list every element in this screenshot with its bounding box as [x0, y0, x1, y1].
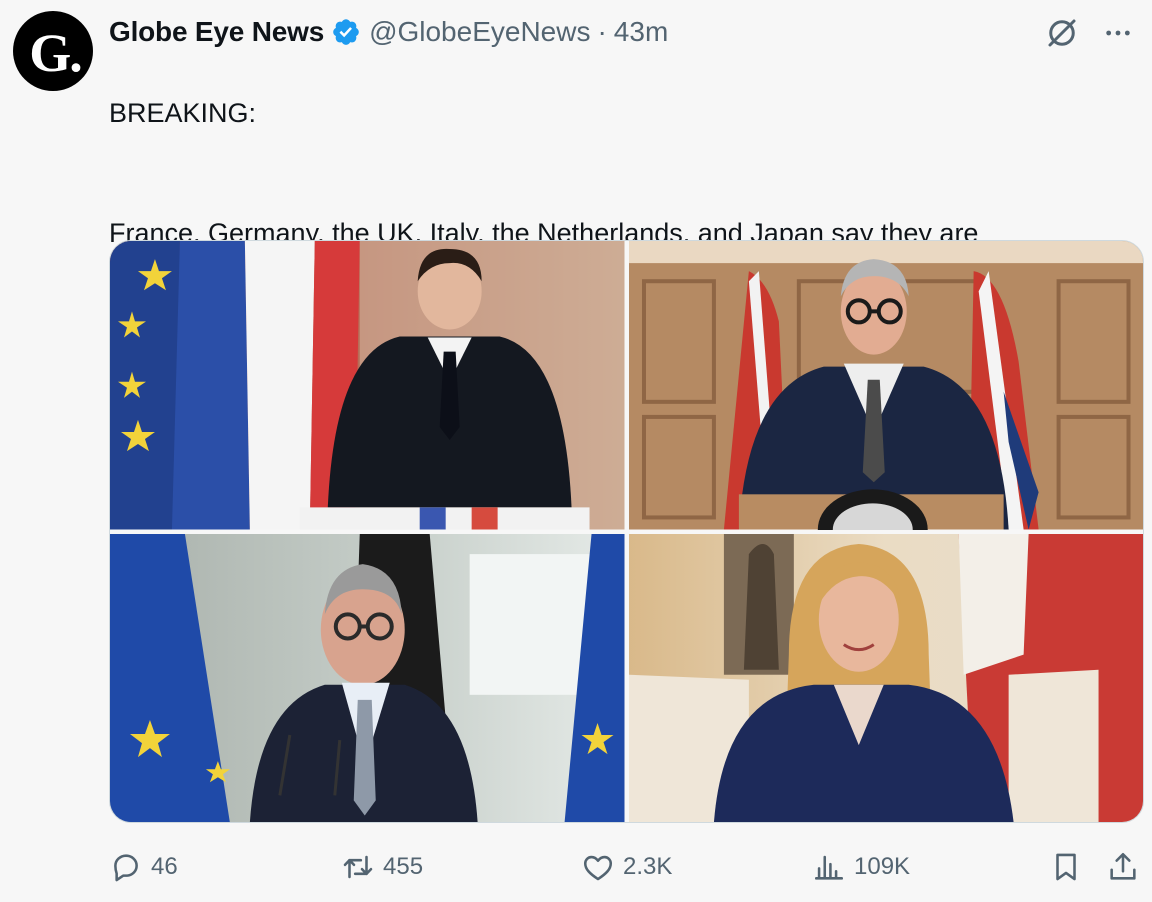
- views-icon: [814, 855, 844, 880]
- avatar[interactable]: G.: [13, 11, 93, 91]
- like-icon: [583, 855, 613, 881]
- share-icon: [1110, 852, 1136, 880]
- repost-button[interactable]: 455: [341, 850, 423, 884]
- grok-icon[interactable]: [1044, 15, 1080, 51]
- repost-count: 455: [383, 853, 424, 880]
- like-button[interactable]: 2.3K: [581, 850, 672, 884]
- photo-germany[interactable]: [110, 533, 625, 822]
- photo-france[interactable]: [110, 241, 625, 530]
- reply-button[interactable]: 46: [109, 850, 178, 884]
- separator-dot: ·: [597, 16, 607, 47]
- like-count: 2.3K: [623, 853, 673, 880]
- bookmark-button[interactable]: [1049, 850, 1083, 884]
- more-icon[interactable]: [1102, 17, 1134, 49]
- share-button[interactable]: [1106, 850, 1140, 884]
- photo-italy[interactable]: [628, 533, 1143, 822]
- avatar-logo-text: G.: [29, 23, 82, 83]
- reply-count: 46: [151, 853, 178, 880]
- tweet: G. Globe Eye News @GlobeEyeNews · 43m BR…: [0, 0, 1152, 902]
- display-name[interactable]: Globe Eye News: [109, 16, 324, 48]
- repost-icon: [343, 855, 373, 879]
- tweet-header: Globe Eye News @GlobeEyeNews · 43m: [109, 12, 668, 52]
- views-button[interactable]: 109K: [812, 850, 910, 884]
- photo-uk[interactable]: [628, 241, 1143, 530]
- handle[interactable]: @GlobeEyeNews: [369, 16, 590, 48]
- top-right-controls: [1044, 15, 1134, 51]
- views-count: 109K: [854, 853, 911, 880]
- verified-badge-icon: [333, 19, 359, 45]
- media-grid: [109, 240, 1144, 823]
- bookmark-icon: [1056, 853, 1076, 881]
- reply-icon: [114, 854, 138, 882]
- action-bar: 46 455 2.3K 109K: [109, 846, 1144, 890]
- timestamp[interactable]: 43m: [614, 16, 668, 48]
- tweet-text-line1: BREAKING:: [109, 98, 257, 128]
